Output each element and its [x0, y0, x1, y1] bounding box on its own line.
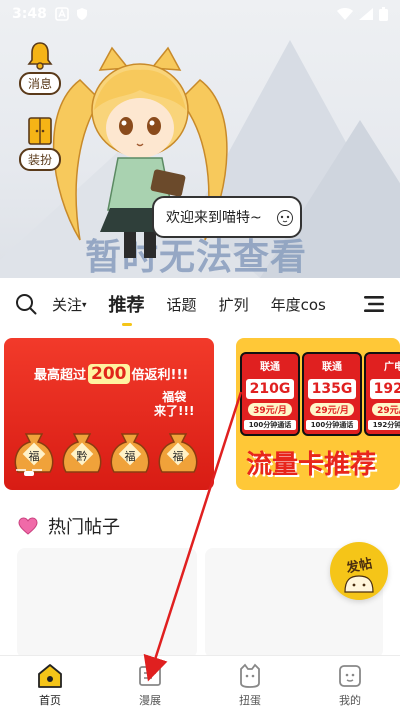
promo-headline-pre: 最高超过 [34, 368, 87, 383]
caret-down-icon: ▾ [82, 300, 87, 310]
promo-headline: 最高超过 200 倍返利!!! [34, 364, 188, 384]
card-data-amount: 210G [246, 379, 294, 399]
card-carrier: 联通 [260, 362, 280, 373]
card-minutes: 100分钟通话 [244, 420, 296, 430]
bell-icon [27, 42, 53, 70]
data-plan-headline: 流量卡推荐 [246, 450, 377, 480]
bag-char-3: 福 [124, 450, 136, 463]
nav-home[interactable]: 首页 [0, 656, 100, 711]
card-carrier: 联通 [322, 362, 342, 373]
messages-button[interactable]: 消息 [17, 40, 63, 95]
lucky-bag-4: 福 [156, 426, 200, 476]
home-icon [38, 664, 62, 688]
status-bar: 3:48 [0, 0, 400, 28]
nav-profile-label: 我的 [339, 694, 361, 707]
data-card-3: 广电 192G 29元/月 192分钟通话 [364, 352, 400, 436]
menu-icon[interactable] [364, 296, 384, 312]
notification-a-icon [55, 7, 69, 21]
nav-home-label: 首页 [39, 694, 61, 707]
nav-gacha[interactable]: 扭蛋 [200, 656, 300, 711]
cute-face-icon [277, 210, 293, 226]
lucky-bag-3: 福 [108, 426, 152, 476]
bottom-navigation: 首页 漫展 扭蛋 我的 [0, 655, 400, 711]
messages-label: 消息 [18, 72, 61, 95]
tab-topics[interactable]: 话题 [167, 294, 197, 315]
post-card[interactable] [17, 548, 197, 658]
hero-banner[interactable]: 3:48 消息 装扮 欢迎来到喵特~ 暂时无法查看 [0, 0, 400, 278]
tab-following[interactable]: 关注▾ [52, 294, 87, 315]
app-screen: 3:48 消息 装扮 欢迎来到喵特~ 暂时无法查看 关注▾ 推荐 话题 扩列 年… [0, 0, 400, 711]
nav-gacha-label: 扭蛋 [239, 694, 261, 707]
tab-annual-cos[interactable]: 年度cos [271, 294, 326, 315]
card-data-amount: 135G [308, 379, 356, 399]
nav-profile[interactable]: 我的 [300, 656, 400, 711]
data-card-2: 联通 135G 29元/月 100分钟通话 [302, 352, 362, 436]
card-price: 39元/月 [248, 403, 292, 416]
card-data-amount: 192G [370, 379, 400, 399]
nav-expo-label: 漫展 [139, 694, 161, 707]
tab-recommended[interactable]: 推荐 [109, 291, 145, 326]
tab-expand-friends[interactable]: 扩列 [219, 294, 249, 315]
dress-up-button[interactable]: 装扮 [17, 116, 63, 171]
shield-icon [76, 8, 87, 20]
greeting-bubble: 欢迎来到喵特~ [152, 196, 302, 238]
battery-icon [379, 7, 388, 21]
lucky-bag-2: 黔 [60, 426, 104, 476]
search-icon [16, 294, 37, 315]
lucky-bag-tag: 福袋 来了!!! [154, 390, 194, 418]
category-tab-bar: 关注▾ 推荐 话题 扩列 年度cos [0, 286, 400, 326]
lucky-bag-promo-banner[interactable]: 最高超过 200 倍返利!!! 福袋 来了!!! 福 黔 福 福 [4, 338, 214, 490]
hot-posts-header: 热门帖子 [18, 513, 120, 539]
promo-headline-number: 200 [88, 364, 130, 384]
bag-char-2: 黔 [76, 450, 88, 463]
profile-icon [339, 665, 361, 687]
drone-icon [16, 469, 42, 476]
card-carrier: 广电 [384, 362, 400, 373]
lucky-bag-line2: 来了!!! [154, 404, 195, 418]
search-button[interactable] [0, 293, 52, 315]
hot-posts-title: 热门帖子 [48, 517, 120, 538]
expo-icon [139, 666, 161, 686]
tab-following-label: 关注 [52, 295, 83, 314]
promo-headline-post: 倍返利!!! [131, 368, 189, 383]
wardrobe-icon [28, 117, 52, 145]
bag-char-1: 福 [28, 450, 40, 463]
card-price: 29元/月 [310, 403, 354, 416]
greeting-text: 欢迎来到喵特~ [166, 210, 262, 226]
bag-char-4: 福 [172, 450, 184, 463]
status-time: 3:48 [12, 6, 47, 22]
signal-icon [359, 8, 373, 20]
dress-up-label: 装扮 [18, 148, 61, 171]
gacha-icon [240, 663, 260, 688]
card-minutes: 192分钟通话 [368, 420, 400, 430]
heart-icon [18, 517, 38, 535]
card-minutes: 100分钟通话 [306, 420, 358, 430]
cat-face-icon [344, 575, 374, 593]
data-plan-promo-banner[interactable]: 联通 210G 39元/月 100分钟通话 联通 135G 29元/月 100分… [236, 338, 400, 490]
nav-expo[interactable]: 漫展 [100, 656, 200, 711]
wifi-icon [337, 8, 353, 20]
data-card-1: 联通 210G 39元/月 100分钟通话 [240, 352, 300, 436]
create-post-button[interactable]: 发帖 [330, 542, 388, 600]
card-price: 29元/月 [372, 403, 400, 416]
lucky-bag-line1: 福袋 [162, 390, 187, 404]
